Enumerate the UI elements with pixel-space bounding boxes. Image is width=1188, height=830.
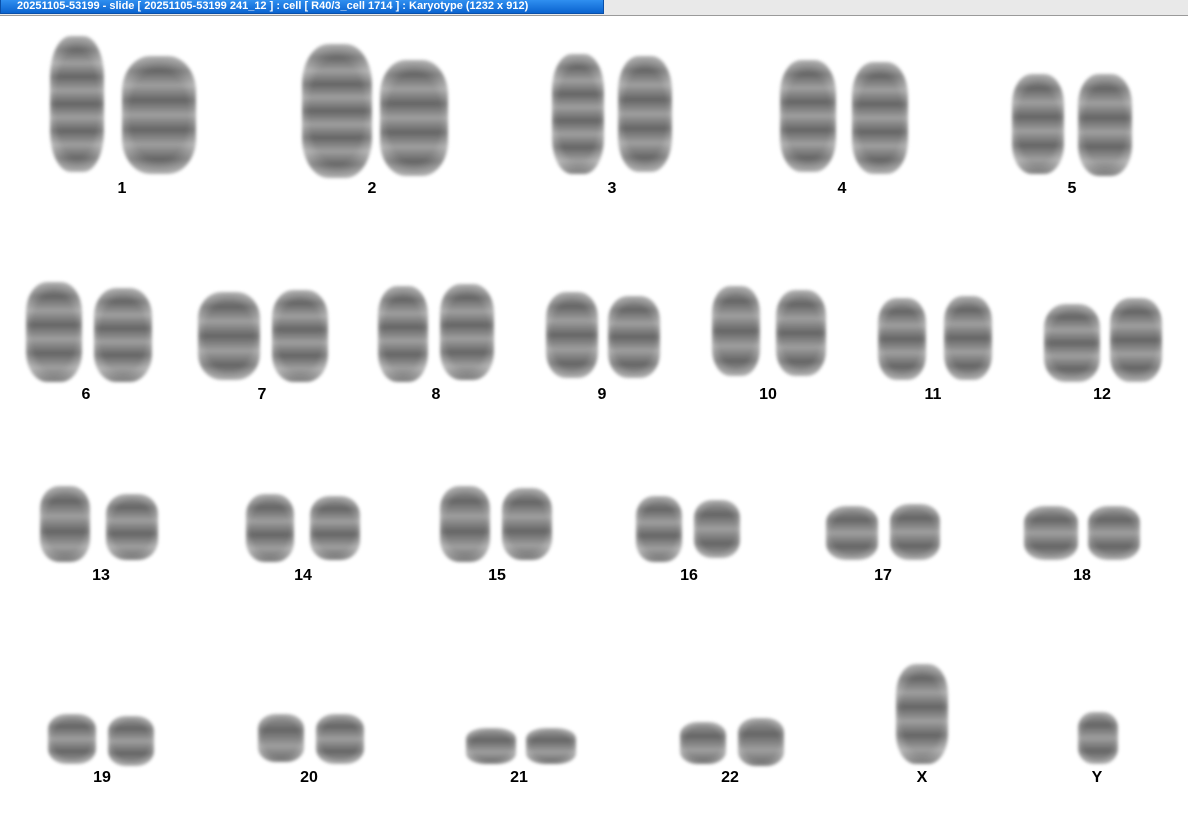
chromosome-label-y: Y	[1091, 769, 1103, 786]
chromosome-11-left[interactable]	[878, 298, 926, 380]
chromosome-11-right[interactable]	[944, 296, 992, 380]
chromosome-1-right[interactable]	[122, 56, 196, 174]
chromosome-3-right[interactable]	[618, 56, 672, 172]
chromosome-label-21: 21	[510, 769, 528, 786]
chromosome-label-6: 6	[81, 386, 91, 403]
chromosome-13-right[interactable]	[106, 494, 158, 560]
chromosome-14-left[interactable]	[246, 494, 294, 562]
chromosome-label-22: 22	[721, 769, 739, 786]
chromosome-19-right[interactable]	[108, 716, 154, 766]
chromosome-21-left[interactable]	[466, 728, 516, 764]
chromosome-20-right[interactable]	[316, 714, 364, 764]
chromosome-21-right[interactable]	[526, 728, 576, 764]
chromosome-label-18: 18	[1073, 567, 1091, 584]
chromosome-label-9: 9	[597, 386, 607, 403]
chromosome-y-left[interactable]	[1078, 712, 1118, 764]
chromosome-19-left[interactable]	[48, 714, 96, 764]
chromosome-18-right[interactable]	[1088, 506, 1140, 560]
chromosome-7-right[interactable]	[272, 290, 328, 382]
chromosome-label-7: 7	[257, 386, 267, 403]
chromosome-17-right[interactable]	[890, 504, 940, 560]
window-title-bar: 20251105-53199 - slide [ 20251105-53199 …	[0, 0, 1188, 16]
chromosome-2-right[interactable]	[380, 60, 448, 176]
chromosome-10-left[interactable]	[712, 286, 760, 376]
chromosome-3-left[interactable]	[552, 54, 604, 174]
chromosome-4-right[interactable]	[852, 62, 908, 174]
chromosome-8-left[interactable]	[378, 286, 428, 382]
chromosome-label-16: 16	[680, 567, 698, 584]
chromosome-16-right[interactable]	[694, 500, 740, 558]
chromosome-6-left[interactable]	[26, 282, 82, 382]
chromosome-label-3: 3	[607, 180, 617, 197]
chromosome-2-left[interactable]	[302, 44, 372, 178]
chromosome-8-right[interactable]	[440, 284, 494, 380]
chromosome-12-left[interactable]	[1044, 304, 1100, 382]
chromosome-9-left[interactable]	[546, 292, 598, 378]
chromosome-13-left[interactable]	[40, 486, 90, 562]
chromosome-15-left[interactable]	[440, 486, 490, 562]
chromosome-16-left[interactable]	[636, 496, 682, 562]
chromosome-label-14: 14	[294, 567, 312, 584]
chromosome-x-left[interactable]	[896, 664, 948, 764]
chromosome-label-5: 5	[1067, 180, 1077, 197]
chromosome-label-11: 11	[924, 386, 942, 403]
chromosome-22-left[interactable]	[680, 722, 726, 764]
chromosome-label-8: 8	[431, 386, 441, 403]
chromosome-label-13: 13	[92, 567, 110, 584]
chromosome-20-left[interactable]	[258, 714, 304, 762]
chromosome-12-right[interactable]	[1110, 298, 1162, 382]
chromosome-label-10: 10	[759, 386, 777, 403]
chromosome-label-x: X	[916, 769, 928, 786]
chromosome-9-right[interactable]	[608, 296, 660, 378]
chromosome-label-12: 12	[1093, 386, 1111, 403]
chromosome-label-20: 20	[300, 769, 318, 786]
chromosome-14-right[interactable]	[310, 496, 360, 560]
chromosome-label-2: 2	[367, 180, 377, 197]
chromosome-label-1: 1	[117, 180, 127, 197]
chromosome-label-17: 17	[874, 567, 892, 584]
karyotype-canvas: 1 2 3 4 5 6 7 8 9 10 11 12 13 14 15 16 17 18 19 20 21 22 X Y	[0, 16, 1188, 830]
chromosome-5-left[interactable]	[1012, 74, 1064, 174]
chromosome-22-right[interactable]	[738, 718, 784, 766]
chromosome-label-4: 4	[837, 180, 847, 197]
chromosome-4-left[interactable]	[780, 60, 836, 172]
chromosome-1-left[interactable]	[50, 36, 104, 172]
chromosome-10-right[interactable]	[776, 290, 826, 376]
chromosome-label-15: 15	[488, 567, 506, 584]
chromosome-17-left[interactable]	[826, 506, 878, 560]
chromosome-7-left[interactable]	[198, 292, 260, 380]
window-title[interactable]: 20251105-53199 - slide [ 20251105-53199 …	[0, 0, 604, 14]
chromosome-6-right[interactable]	[94, 288, 152, 382]
chromosome-label-19: 19	[93, 769, 111, 786]
chromosome-18-left[interactable]	[1024, 506, 1078, 560]
chromosome-5-right[interactable]	[1078, 74, 1132, 176]
chromosome-15-right[interactable]	[502, 488, 552, 560]
